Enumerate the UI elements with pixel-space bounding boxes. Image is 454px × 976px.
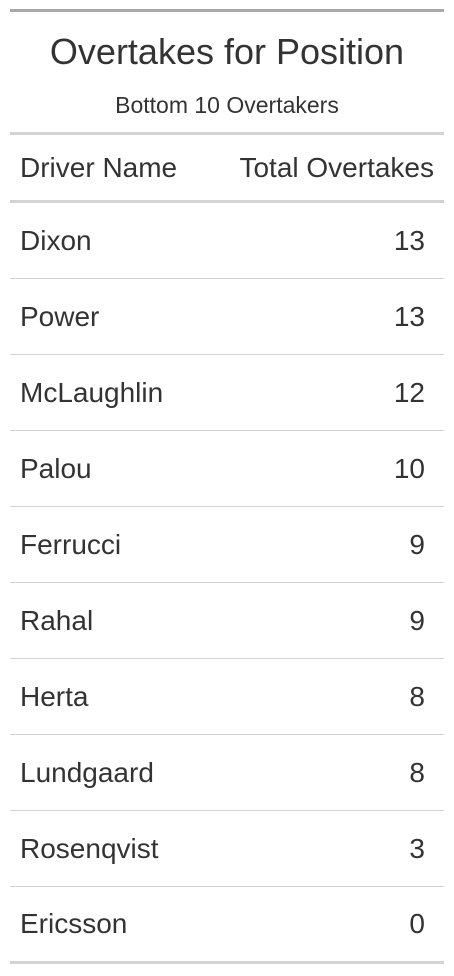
driver-name-cell: Herta [20, 680, 89, 712]
table-row: McLaughlin 12 [10, 355, 444, 431]
table-row: Herta 8 [10, 659, 444, 735]
driver-name-cell: Dixon [20, 224, 92, 256]
table-row: Rosenqvist 3 [10, 811, 444, 887]
driver-name-cell: Rosenqvist [20, 832, 159, 864]
total-overtakes-cell: 10 [393, 452, 425, 484]
total-overtakes-cell: 9 [409, 528, 425, 560]
column-header-total-overtakes: Total Overtakes [239, 151, 434, 183]
total-overtakes-cell: 13 [393, 224, 425, 256]
total-overtakes-cell: 13 [393, 300, 425, 332]
driver-name-cell: Palou [20, 452, 92, 484]
total-overtakes-cell: 9 [409, 604, 425, 636]
table-row: Ericsson 0 [10, 887, 444, 964]
table-row: Power 13 [10, 279, 444, 355]
total-overtakes-cell: 3 [409, 832, 425, 864]
total-overtakes-cell: 8 [409, 680, 425, 712]
total-overtakes-cell: 0 [409, 908, 425, 939]
total-overtakes-cell: 12 [393, 376, 425, 408]
table-subtitle: Bottom 10 Overtakers [115, 92, 339, 118]
driver-name-cell: McLaughlin [20, 376, 164, 408]
column-header-driver-name: Driver Name [20, 151, 178, 183]
table-header-row: Driver Name Total Overtakes [10, 135, 444, 203]
driver-name-cell: Ferrucci [20, 528, 122, 560]
table-row: Dixon 13 [10, 203, 444, 279]
table-row: Palou 10 [10, 431, 444, 507]
table-title: Overtakes for Position [49, 31, 405, 72]
table-row: Rahal 9 [10, 583, 444, 659]
driver-name-cell: Power [20, 300, 100, 332]
table-row: Lundgaard 8 [10, 735, 444, 811]
driver-name-cell: Lundgaard [20, 756, 154, 788]
driver-name-cell: Rahal [20, 604, 94, 636]
table-row: Ferrucci 9 [10, 507, 444, 583]
driver-name-cell: Ericsson [20, 908, 128, 939]
overtakes-table: Overtakes for Position Bottom 10 Overtak… [10, 9, 444, 964]
table-body: Dixon 13 Power 13 McLaughlin 12 Palou 10… [10, 203, 444, 964]
total-overtakes-cell: 8 [409, 756, 425, 788]
